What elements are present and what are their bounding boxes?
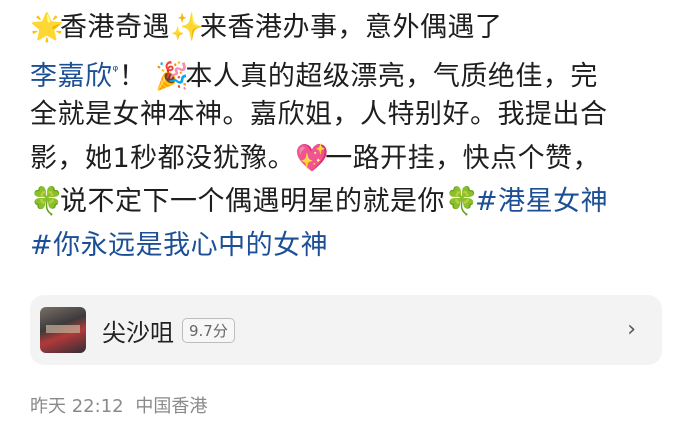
- post-line-2: 李嘉欣ᵠ！ 🎉本人真的超级漂亮，气质绝佳，完: [30, 50, 670, 94]
- sparkling-heart-icon: 💖: [295, 142, 330, 174]
- sparkles-icon: ✨: [170, 12, 205, 43]
- post-line-4: 影，她1秒都没犹豫。💖一路开挂，快点个赞，: [30, 137, 670, 181]
- post-text: 来香港办事，意外偶遇了: [200, 12, 503, 43]
- post-text: 本人真的超级漂亮，气质绝佳，完: [185, 60, 598, 92]
- four-leaf-clover-icon: 🍀: [445, 186, 480, 217]
- party-popper-icon: 🎉: [155, 60, 190, 92]
- post-line-6: #你永远是我心中的女神: [30, 224, 670, 268]
- location-card[interactable]: 尖沙咀 9.7分 ›: [30, 295, 662, 365]
- post-meta: 昨天 22:12 中国香港: [30, 392, 213, 418]
- mention-link[interactable]: 李嘉欣: [30, 61, 113, 92]
- post-text: ！: [118, 60, 156, 92]
- hashtag-link[interactable]: #你永远是我心中的女神: [30, 230, 328, 261]
- location-thumbnail: [40, 307, 86, 353]
- post-text: 影，她1秒都没犹豫。: [30, 142, 296, 174]
- chevron-right-icon[interactable]: ›: [627, 317, 636, 342]
- post-line-3: 全就是女神本神。嘉欣姐，人特别好。我提出合: [30, 93, 670, 137]
- four-leaf-clover-icon: 🍀: [30, 186, 65, 217]
- hashtag-link[interactable]: #港星女神: [475, 186, 608, 217]
- post-text: 全就是女神本神。嘉欣姐，人特别好。我提出合: [30, 99, 608, 130]
- post-timestamp: 昨天 22:12: [30, 396, 124, 417]
- post-line-5: 🍀说不定下一个偶遇明星的就是你🍀#港星女神: [30, 180, 670, 224]
- post-region: 中国香港: [135, 396, 208, 417]
- post-body: 🌟香港奇遇✨来香港办事，意外偶遇了 李嘉欣ᵠ！ 🎉本人真的超级漂亮，气质绝佳，完…: [30, 6, 670, 267]
- glowing-star-icon: 🌟: [30, 12, 65, 43]
- post-text: 说不定下一个偶遇明星的就是你: [60, 186, 445, 217]
- post-line-1: 🌟香港奇遇✨来香港办事，意外偶遇了: [30, 6, 670, 50]
- post-text: 一路开挂，快点个赞，: [325, 142, 601, 174]
- post-text: 香港奇遇: [60, 12, 170, 43]
- rating-badge: 9.7分: [182, 317, 235, 343]
- location-name: 尖沙咀: [102, 318, 174, 347]
